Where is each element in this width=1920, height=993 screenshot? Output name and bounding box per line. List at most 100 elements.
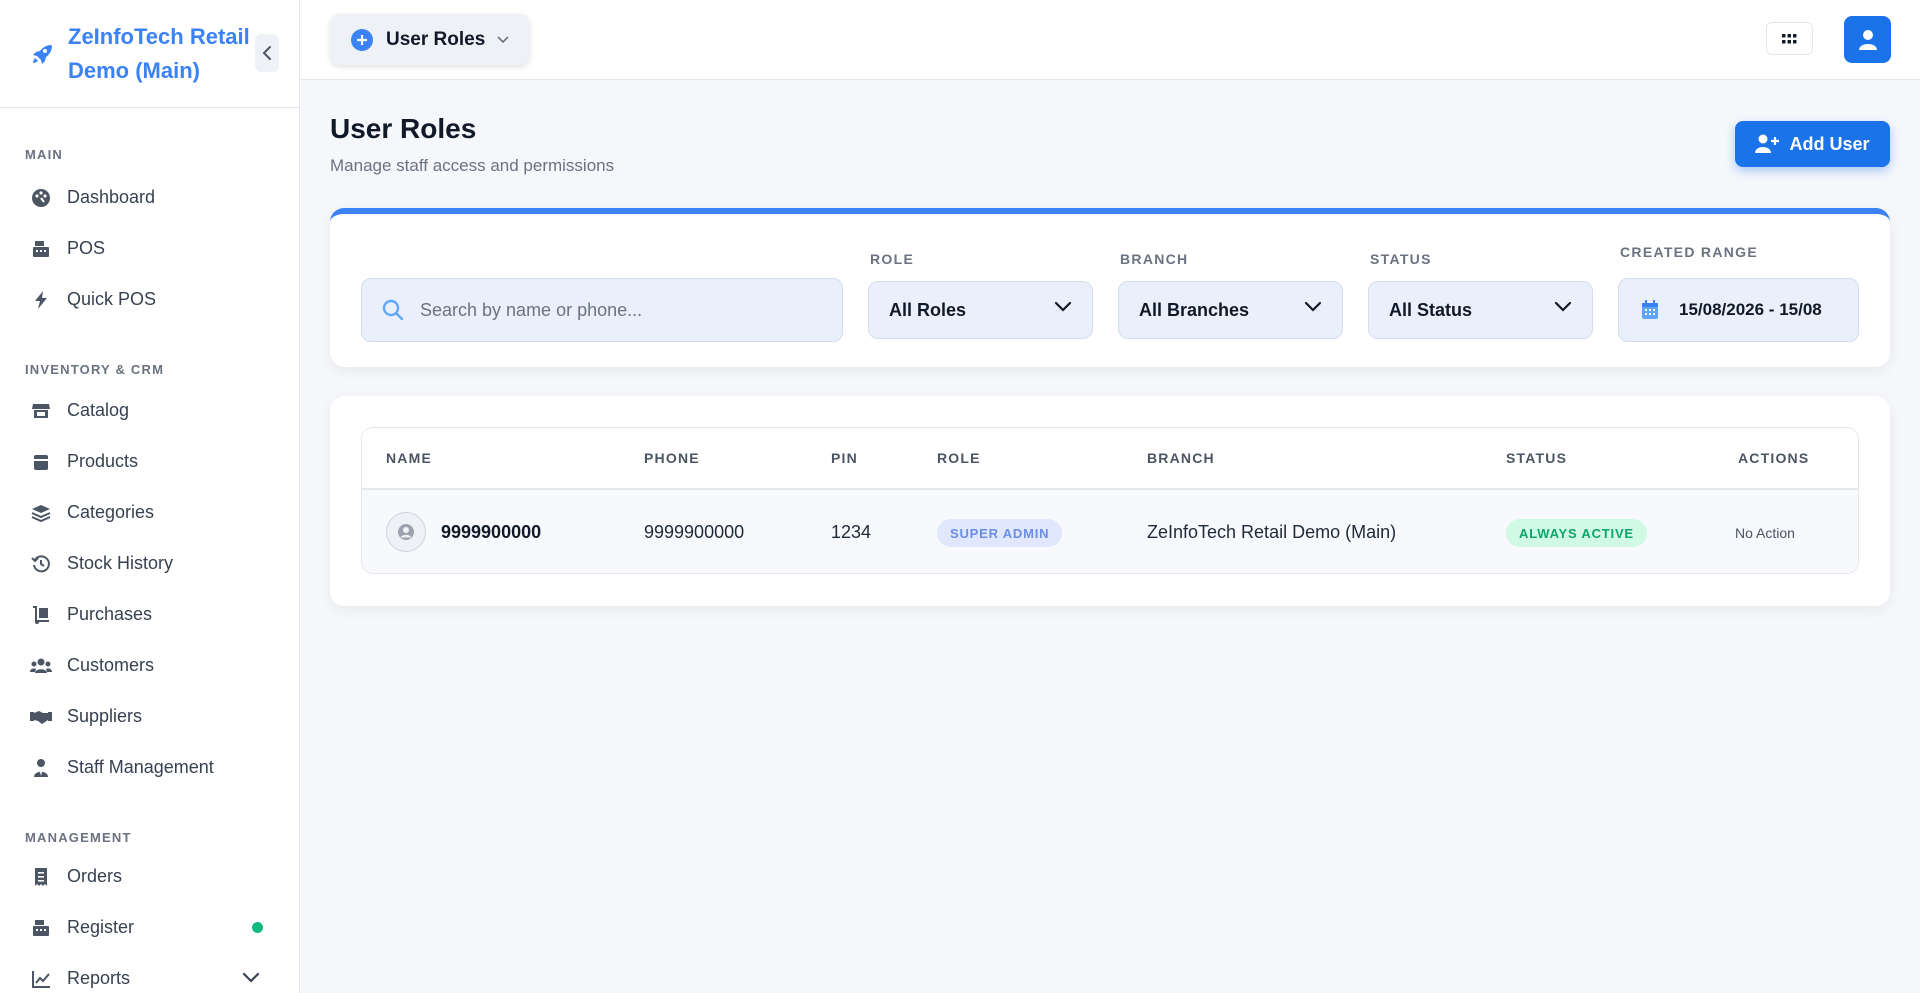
calendar-icon (1642, 300, 1658, 319)
users-table: NAME PHONE PIN ROLE BRANCH STATUS ACTION… (361, 427, 1859, 574)
box-icon (30, 451, 52, 473)
sidebar-item-suppliers[interactable]: Suppliers (0, 691, 299, 742)
status-badge: ALWAYS ACTIVE (1506, 519, 1647, 547)
layers-icon (30, 502, 52, 524)
sidebar-item-label: Suppliers (67, 706, 143, 726)
branch-filter-label: BRANCH (1120, 251, 1189, 267)
chevron-left-icon (262, 46, 271, 60)
column-header-role[interactable]: ROLE (937, 450, 981, 466)
sidebar-item-label: Customers (67, 655, 155, 675)
sidebar-item-label: Stock History (67, 553, 174, 573)
store-icon (30, 400, 52, 422)
search-input[interactable] (420, 299, 820, 321)
sidebar-item-label: Dashboard (67, 187, 156, 207)
sidebar-item-categories[interactable]: Categories (0, 487, 299, 538)
role-filter-value: All Roles (889, 299, 967, 320)
sidebar-item-purchases[interactable]: Purchases (0, 589, 299, 640)
column-header-status[interactable]: STATUS (1506, 450, 1567, 466)
add-user-label: Add User (1789, 133, 1870, 154)
chevron-down-icon (1304, 301, 1322, 312)
role-filter-label: ROLE (870, 251, 915, 267)
bolt-icon (30, 289, 52, 311)
user-plus-icon (1755, 134, 1780, 153)
sidebar: ZeInfoTech Retail Demo (Main) MAIN Dashb… (0, 0, 300, 993)
chevron-down-icon (497, 31, 509, 49)
palette-icon (30, 187, 52, 209)
nav-section-inventory-crm: INVENTORY & CRM (25, 362, 165, 377)
column-header-phone[interactable]: PHONE (644, 450, 700, 466)
apps-grid-button[interactable] (1766, 22, 1813, 55)
sidebar-item-pos[interactable]: POS (0, 223, 299, 274)
sidebar-item-label: Quick POS (67, 289, 157, 309)
sidebar-item-label: Catalog (67, 400, 130, 420)
chevron-down-icon[interactable] (242, 968, 260, 989)
status-filter-label: STATUS (1370, 251, 1432, 267)
created-range-picker[interactable]: 15/08/2026 - 15/08 (1618, 278, 1859, 342)
sidebar-item-label: Staff Management (67, 757, 214, 777)
sidebar-item-staff-management[interactable]: Staff Management (0, 742, 299, 793)
column-header-actions: ACTIONS (1738, 450, 1810, 466)
search-icon (382, 299, 404, 321)
chevron-down-icon (1054, 301, 1072, 312)
brand-title[interactable]: ZeInfoTech Retail Demo (Main) (68, 20, 258, 88)
nav-section-main: MAIN (25, 147, 64, 162)
user-phone: 9999900000 (644, 522, 745, 542)
page-title: User Roles (330, 113, 477, 144)
table-header: NAME PHONE PIN ROLE BRANCH STATUS ACTION… (362, 428, 1858, 490)
role-filter-select[interactable]: All Roles (868, 281, 1093, 339)
status-filter-value: All Status (1389, 299, 1473, 320)
chevron-down-icon (1554, 301, 1572, 312)
search-box[interactable] (361, 278, 843, 342)
rocket-icon (28, 40, 56, 68)
sidebar-item-quick-pos[interactable]: Quick POS (0, 274, 299, 325)
page-switcher[interactable]: User Roles (330, 14, 530, 65)
users-icon (30, 655, 52, 677)
sidebar-item-label: POS (67, 238, 106, 258)
sidebar-item-catalog[interactable]: Catalog (0, 385, 299, 436)
column-header-name[interactable]: NAME (386, 450, 432, 466)
user-icon (1858, 29, 1877, 50)
plus-circle-icon (351, 28, 373, 51)
role-badge: SUPER ADMIN (937, 519, 1063, 547)
user-pin: 1234 (831, 522, 872, 542)
sidebar-item-label: Purchases (67, 604, 153, 624)
brand: ZeInfoTech Retail Demo (Main) (0, 0, 299, 108)
column-header-branch[interactable]: BRANCH (1147, 450, 1215, 466)
branch-filter-select[interactable]: All Branches (1118, 281, 1343, 339)
sidebar-item-label: Reports (67, 968, 131, 988)
sidebar-item-label: Register (67, 917, 135, 937)
sidebar-item-register[interactable]: Register (0, 902, 299, 953)
page-subtitle: Manage staff access and permissions (330, 156, 615, 175)
sidebar-item-customers[interactable]: Customers (0, 640, 299, 691)
column-header-pin[interactable]: PIN (831, 450, 858, 466)
chart-line-icon (30, 968, 52, 990)
status-filter-select[interactable]: All Status (1368, 281, 1593, 339)
register-status-dot (252, 922, 263, 933)
cash-register-icon (30, 238, 52, 260)
sidebar-collapse-button[interactable] (255, 34, 279, 72)
sidebar-item-reports[interactable]: Reports (0, 953, 299, 993)
receipt-icon (30, 866, 52, 888)
user-tie-icon (30, 757, 52, 779)
actions-cell: No Action (1735, 525, 1795, 541)
sidebar-item-dashboard[interactable]: Dashboard (0, 172, 299, 223)
user-branch: ZeInfoTech Retail Demo (Main) (1147, 522, 1397, 542)
sidebar-item-products[interactable]: Products (0, 436, 299, 487)
table-row[interactable]: 9999900000 9999900000 1234 SUPER ADMIN Z… (362, 490, 1858, 573)
page-switcher-label: User Roles (386, 28, 486, 50)
sidebar-item-orders[interactable]: Orders (0, 851, 299, 902)
user-menu-button[interactable] (1844, 16, 1891, 63)
user-circle-icon (398, 524, 414, 540)
users-table-card: NAME PHONE PIN ROLE BRANCH STATUS ACTION… (330, 396, 1890, 606)
user-name: 9999900000 (441, 522, 542, 542)
grid-icon (1782, 33, 1797, 43)
add-user-button[interactable]: Add User (1735, 121, 1890, 167)
nav-section-management: MANAGEMENT (25, 830, 132, 845)
cash-register-icon (30, 917, 52, 939)
sidebar-item-stock-history[interactable]: Stock History (0, 538, 299, 589)
dolly-icon (30, 604, 52, 626)
sidebar-item-label: Orders (67, 866, 123, 886)
sidebar-item-label: Categories (67, 502, 155, 522)
handshake-icon (30, 706, 52, 728)
branch-filter-value: All Branches (1139, 299, 1250, 320)
